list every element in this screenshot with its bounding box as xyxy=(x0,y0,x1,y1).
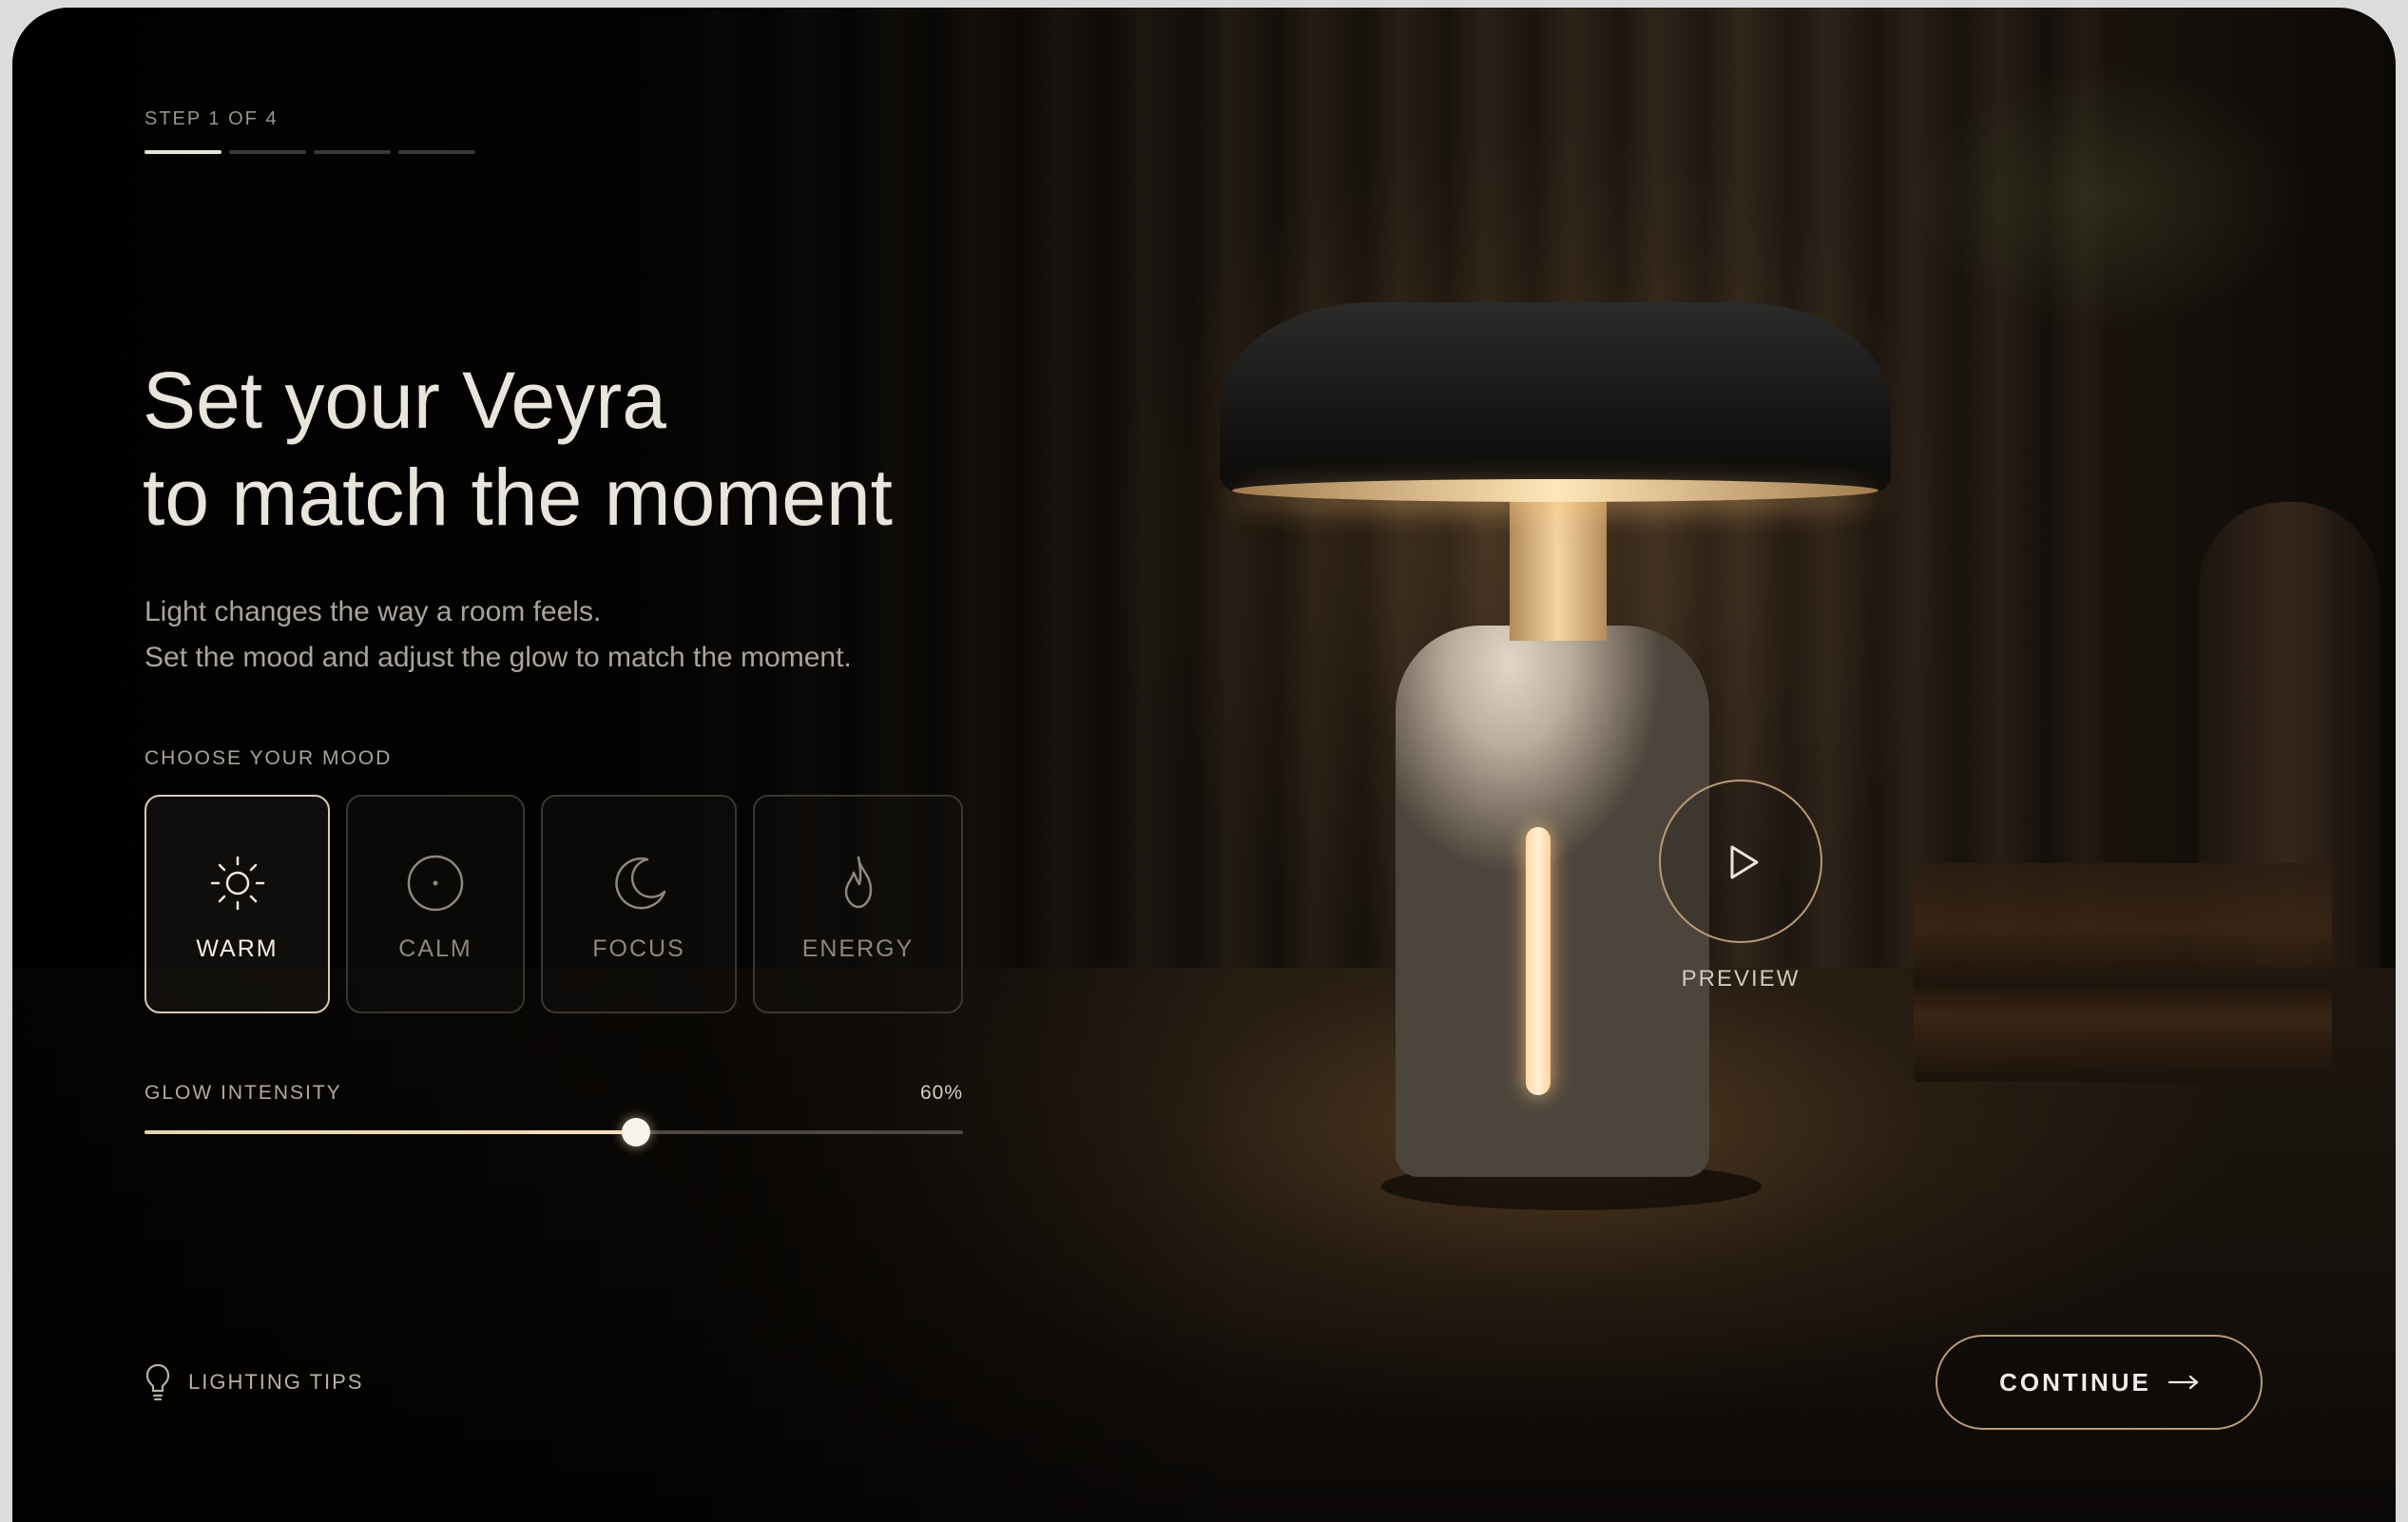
mood-option-warm[interactable]: WARM xyxy=(144,795,330,1013)
mood-option-label: FOCUS xyxy=(592,935,685,962)
slider-thumb[interactable] xyxy=(621,1118,650,1146)
mood-option-label: WARM xyxy=(196,935,279,962)
background-books xyxy=(1914,863,2332,1082)
circle-dot-icon xyxy=(407,855,464,912)
preview-button[interactable] xyxy=(1659,780,1822,943)
lamp-light-slot xyxy=(1526,827,1551,1095)
mood-option-calm[interactable]: CALM xyxy=(346,795,525,1013)
lamp-shade-glow-rim xyxy=(1232,479,1878,502)
progress-segment-1 xyxy=(144,150,222,154)
step-progress-bar xyxy=(144,150,475,154)
page-subtitle-line-2: Set the mood and adjust the glow to matc… xyxy=(144,642,852,673)
preview-label: PREVIEW xyxy=(1681,966,1801,992)
progress-segment-4 xyxy=(398,150,475,154)
flame-icon xyxy=(844,856,872,909)
lighting-tips-label: LIGHTING TIPS xyxy=(188,1370,364,1394)
continue-label: CONTINUE xyxy=(1999,1367,2151,1397)
arrow-right-icon xyxy=(2167,1375,2198,1390)
mood-option-label: CALM xyxy=(398,935,472,962)
progress-segment-3 xyxy=(314,150,391,154)
page-subtitle: Light changes the way a room feels. Set … xyxy=(144,589,852,681)
page-title-line-2: to match the moment xyxy=(143,453,894,542)
glow-intensity-value: 60% xyxy=(919,1082,963,1104)
lightbulb-icon xyxy=(145,1363,170,1401)
slider-fill xyxy=(144,1130,636,1134)
lamp-base xyxy=(1396,626,1709,1177)
continue-button[interactable]: CONTINUE xyxy=(1936,1335,2263,1430)
mood-section-label: CHOOSE YOUR MOOD xyxy=(144,747,393,769)
lamp-shade xyxy=(1220,302,1891,492)
page-title-line-1: Set your Veyra xyxy=(143,356,666,445)
glow-intensity-slider[interactable] xyxy=(144,1118,963,1146)
page-title: Set your Veyra to match the moment xyxy=(143,352,893,546)
sun-icon xyxy=(210,856,264,911)
moon-icon xyxy=(615,857,666,910)
play-icon xyxy=(1730,845,1759,879)
progress-segment-2 xyxy=(229,150,306,154)
lighting-tips-link[interactable]: LIGHTING TIPS xyxy=(144,1361,364,1403)
glow-intensity-label: GLOW INTENSITY xyxy=(144,1082,342,1104)
mood-option-energy[interactable]: ENERGY xyxy=(753,795,963,1013)
mood-option-label: ENERGY xyxy=(801,935,915,962)
mood-option-focus[interactable]: FOCUS xyxy=(541,795,737,1013)
page-subtitle-line-1: Light changes the way a room feels. xyxy=(144,596,602,627)
step-indicator-label: STEP 1 OF 4 xyxy=(144,108,279,129)
